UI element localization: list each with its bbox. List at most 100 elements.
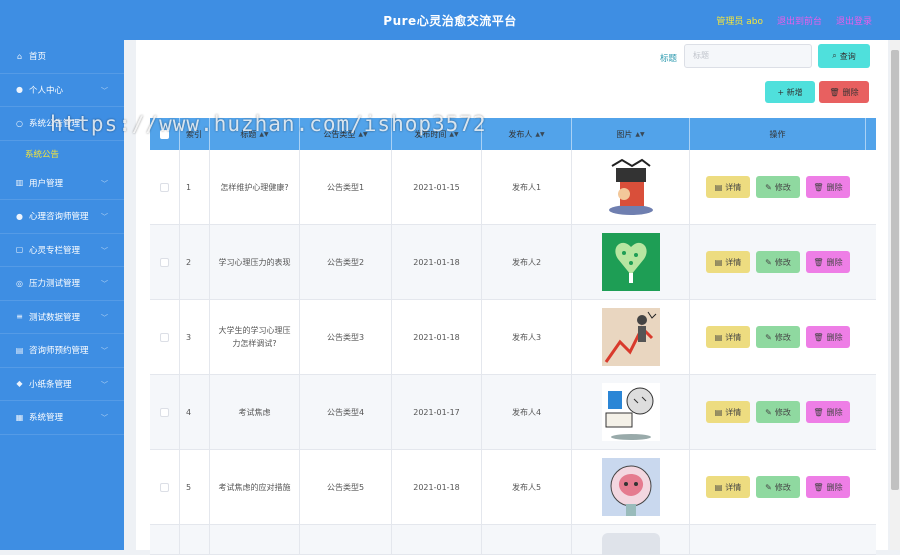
home-icon: ⌂ [16, 51, 23, 61]
add-button[interactable]: + 新增 [765, 81, 815, 103]
sort-icon: ▲▼ [635, 130, 645, 138]
batch-delete-button[interactable]: 🗑 删除 [819, 81, 869, 103]
row-title: 大学生的学习心理压力怎样调试? [210, 300, 300, 374]
row-checkbox[interactable] [160, 407, 169, 417]
sidebar-item-stress-test[interactable]: ◎ 压力测试管理 ﹀ [0, 267, 124, 301]
delete-button[interactable]: 🗑 删除 [806, 401, 850, 423]
delete-button-label: 删除 [842, 87, 859, 97]
search-button-label: 查询 [839, 51, 856, 61]
doc-icon: ▤ [714, 482, 723, 492]
sidebar-item-system[interactable]: ▦ 系统管理 ﹀ [0, 401, 124, 435]
doc-icon: ▤ [714, 257, 723, 267]
chart-icon: ▥ [15, 178, 24, 188]
row-type: 公告类型5 [300, 450, 392, 524]
sidebar-item-users[interactable]: ▥ 用户管理 ﹀ [0, 167, 124, 200]
column-icon: ▢ [15, 245, 24, 255]
edit-button[interactable]: ✎ 修改 [756, 251, 800, 273]
detail-button[interactable]: ▤ 详情 [706, 476, 750, 498]
row-index: 4 [180, 375, 210, 449]
row-index: 5 [180, 450, 210, 524]
sidebar-item-label: 个人中心 [29, 85, 64, 96]
sidebar-item-test-data[interactable]: ≡ 测试数据管理 ﹀ [0, 301, 124, 334]
sidebar-item-label: 压力测试管理 [29, 279, 81, 290]
row-title: 考试焦虑的应对措施 [210, 450, 300, 524]
sort-icon: ▲▼ [535, 130, 545, 138]
row-date: 2021-01-17 [392, 375, 482, 449]
sidebar-item-label: 咨询师预约管理 [29, 346, 89, 357]
row-publisher: 发布人1 [482, 150, 572, 224]
notice-thumbnail [601, 158, 660, 216]
row-publisher: 发布人5 [482, 450, 572, 524]
add-button-label: + 新增 [777, 87, 803, 97]
edit-button[interactable]: ✎ 修改 [756, 401, 800, 423]
chevron-down-icon: ﹀ [101, 380, 108, 389]
row-publisher: 发布人2 [482, 225, 572, 299]
edit-button[interactable]: ✎ 修改 [756, 476, 800, 498]
pencil-icon: ✎ [765, 482, 772, 492]
sidebar-subitem-notice[interactable]: 系统公告 [0, 141, 124, 167]
sidebar-item-notes[interactable]: ◆ 小纸条管理 ﹀ [0, 368, 124, 401]
scrollbar-thumb[interactable] [891, 50, 899, 490]
row-title: 考试焦虑 [210, 375, 300, 449]
sidebar-item-profile[interactable]: ● 个人中心 ﹀ [0, 74, 124, 107]
row-date: 2021-01-18 [392, 300, 482, 374]
row-checkbox[interactable] [160, 332, 169, 342]
pencil-icon: ✎ [765, 257, 772, 267]
detail-button[interactable]: ▤ 详情 [706, 176, 750, 198]
logout-link[interactable]: 退出登录 [836, 14, 872, 27]
column-header-ops: 操作 [690, 118, 866, 150]
watermark-text: https://www.huzhan.com/ishop3572 [50, 112, 487, 136]
sidebar-item-label: 小纸条管理 [29, 379, 72, 390]
sidebar-item-home[interactable]: ⌂ 首页 [0, 40, 124, 74]
chevron-down-icon: ﹀ [101, 414, 108, 422]
row-title: 怎样维护心理健康? [210, 150, 300, 224]
row-title: 学习心理压力的表现 [210, 225, 300, 299]
chevron-down-icon: ﹀ [101, 179, 108, 188]
chevron-down-icon: ﹀ [101, 86, 108, 95]
edit-button[interactable]: ✎ 修改 [756, 176, 800, 198]
table-row: 3 大学生的学习心理压力怎样调试? 公告类型3 2021-01-18 发布人3 … [150, 300, 876, 375]
search-input[interactable]: 标题 [684, 44, 812, 68]
sidebar-item-label: 心灵专栏管理 [29, 245, 81, 256]
note-icon: ◆ [16, 379, 23, 389]
row-type: 公告类型2 [300, 225, 392, 299]
sidebar-item-counselors[interactable]: ● 心理咨询师管理 ﹀ [0, 200, 124, 234]
detail-button[interactable]: ▤ 详情 [706, 251, 750, 273]
row-publisher: 发布人4 [482, 375, 572, 449]
delete-button[interactable]: 🗑 删除 [806, 176, 850, 198]
admin-label: 管理员 abo [716, 17, 763, 27]
trash-icon: 🗑 [813, 407, 824, 417]
row-index: 3 [180, 300, 210, 374]
trash-icon: 🗑 [813, 482, 824, 492]
row-checkbox[interactable] [160, 482, 169, 492]
page-scrollbar[interactable] [890, 40, 900, 550]
row-checkbox[interactable] [160, 182, 169, 192]
column-header-image[interactable]: 图片 ▲▼ [572, 118, 690, 150]
sidebar-item-columns[interactable]: ▢ 心灵专栏管理 ﹀ [0, 234, 124, 267]
sidebar-item-appointments[interactable]: ▤ 咨询师预约管理 ﹀ [0, 334, 124, 368]
sidebar-item-label: 用户管理 [29, 178, 64, 189]
row-publisher: 发布人3 [482, 300, 572, 374]
column-header-publisher[interactable]: 发布人 ▲▼ [482, 118, 572, 150]
delete-button[interactable]: 🗑 删除 [806, 476, 850, 498]
delete-button[interactable]: 🗑 删除 [806, 326, 850, 348]
list-icon: ≡ [16, 312, 23, 322]
row-index: 2 [180, 225, 210, 299]
chevron-down-icon: ﹀ [101, 280, 108, 288]
app-title: Pure心灵治愈交流平台 [383, 13, 517, 28]
row-checkbox[interactable] [160, 257, 169, 267]
detail-button[interactable]: ▤ 详情 [706, 401, 750, 423]
trash-icon: 🗑 [813, 332, 824, 342]
search-icon: ⌕ [832, 51, 837, 60]
chevron-down-icon: ﹀ [101, 347, 108, 355]
search-button[interactable]: ⌕ 查询 [818, 44, 870, 68]
row-date: 2021-01-18 [392, 450, 482, 524]
delete-button[interactable]: 🗑 删除 [806, 251, 850, 273]
chevron-down-icon: ﹀ [101, 213, 108, 221]
edit-button[interactable]: ✎ 修改 [756, 326, 800, 348]
user-icon: ● [16, 211, 23, 221]
detail-button[interactable]: ▤ 详情 [706, 326, 750, 348]
sidebar-item-label: 测试数据管理 [29, 312, 81, 323]
chevron-down-icon: ﹀ [101, 246, 108, 255]
back-to-front-link[interactable]: 退出到前台 [777, 14, 822, 27]
